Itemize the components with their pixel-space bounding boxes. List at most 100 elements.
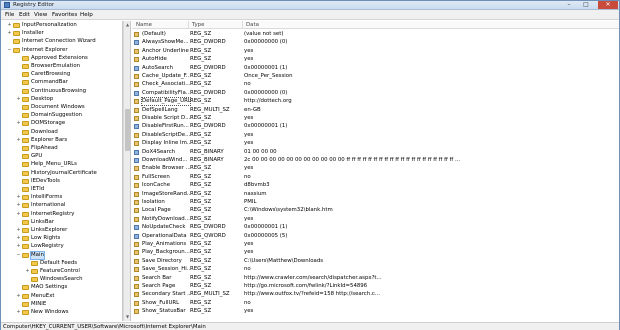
expand-icon[interactable]: + [16, 310, 21, 315]
registry-key-tree[interactable]: + InputPersonalization + Installer Internet … [1, 21, 123, 321]
value-row[interactable]: Cache_Update_F... REG_SZ Once_Per_Session [132, 73, 619, 80]
expand-icon[interactable]: + [16, 121, 21, 126]
menu-view[interactable]: View [34, 12, 47, 18]
string-value-icon [134, 141, 139, 147]
tree-node-label: Installer [22, 30, 44, 37]
value-row[interactable]: FullScreen REG_SZ no [132, 174, 619, 181]
value-row[interactable]: Secondary Start ... REG_MULTI_SZ http://ww… [132, 291, 619, 298]
expand-icon[interactable] [25, 261, 30, 266]
value-row[interactable]: Isolation REG_SZ PMIL [132, 199, 619, 206]
value-name: DisableScriptDe... [142, 131, 190, 138]
column-name-header[interactable]: Name [136, 22, 152, 28]
expand-icon[interactable] [16, 105, 21, 110]
expand-icon[interactable]: + [16, 195, 21, 200]
value-row[interactable]: DisableFirstRun... REG_DWORD 0x00000001 (1… [132, 123, 619, 130]
value-row[interactable]: Save Directory REG_SZ C:\Users\Matthew\Dow… [132, 258, 619, 265]
expand-icon[interactable]: + [16, 211, 21, 217]
value-row[interactable]: AutoHide REG_SZ yes [132, 56, 619, 63]
expand-icon[interactable] [16, 154, 21, 159]
value-row[interactable]: DoX4Search REG_BINARY 01 00 00 00 [132, 149, 619, 156]
menu-edit[interactable]: Edit [19, 12, 30, 18]
value-row[interactable]: Enable Browser ... REG_SZ yes [132, 165, 619, 172]
menu-favorites[interactable]: Favorites [52, 12, 77, 18]
value-row[interactable]: AutoSearch REG_DWORD 0x00000001 (1) [132, 65, 619, 72]
expand-icon[interactable]: + [16, 96, 21, 102]
column-data-header[interactable]: Data [246, 22, 259, 28]
value-row[interactable]: Anchor Underline REG_SZ yes [132, 48, 619, 55]
value-row[interactable]: NoUpdateCheck REG_DWORD 0x00000001 (1) [132, 224, 619, 231]
maximize-button[interactable]: □ [578, 1, 594, 9]
folder-icon [22, 129, 29, 135]
value-data: 0x00000000 (0) [244, 89, 288, 96]
expand-icon[interactable] [16, 146, 21, 151]
expand-icon[interactable] [7, 39, 12, 44]
expand-icon[interactable] [16, 285, 21, 290]
value-row[interactable]: DisableScriptDe... REG_SZ yes [132, 132, 619, 139]
expand-icon[interactable]: + [16, 293, 21, 299]
scroll-down-arrow-icon[interactable]: ▼ [124, 313, 131, 320]
tree-node-label: Explorer Bars [31, 136, 68, 143]
expand-icon[interactable] [16, 113, 21, 118]
value-row[interactable]: CompatibilityFla... REG_DWORD 0x00000000 (… [132, 90, 619, 97]
value-row[interactable]: Play_Backgroun... REG_SZ yes [132, 249, 619, 256]
expand-icon[interactable] [16, 130, 21, 135]
expand-icon[interactable]: + [16, 244, 21, 249]
string-value-icon [134, 275, 139, 281]
close-button[interactable]: ✕ [598, 1, 618, 9]
registry-values-list[interactable]: Name Type Data (Default) REG_SZ (value not… [132, 21, 619, 321]
value-row[interactable]: OperationalData REG_QWORD 0x00000005 (5) [132, 233, 619, 240]
expand-icon[interactable] [16, 72, 21, 77]
expand-icon[interactable] [25, 277, 30, 282]
menu-help[interactable]: Help [80, 12, 93, 18]
expand-icon[interactable] [16, 89, 21, 94]
value-row[interactable]: Save_Session_Hi... REG_SZ no [132, 266, 619, 273]
expand-icon[interactable] [16, 179, 21, 184]
expand-icon[interactable] [16, 171, 21, 176]
expand-icon[interactable] [16, 187, 21, 192]
scroll-up-arrow-icon[interactable]: ▲ [124, 21, 131, 28]
value-row[interactable]: NotifyDownload... REG_SZ yes [132, 216, 619, 223]
expand-icon[interactable] [16, 64, 21, 69]
value-row[interactable]: DefSpellLang REG_MULTI_SZ en-GB [132, 107, 619, 114]
value-row[interactable]: Search Bar REG_SZ http://www.crawler.com/s… [132, 275, 619, 282]
expand-icon[interactable]: + [16, 137, 21, 143]
string-value-icon [134, 74, 139, 79]
tree-vertical-scrollbar[interactable]: ▲ ▼ [123, 21, 131, 321]
value-row[interactable]: Default_Page_URL REG_SZ http://dottech.org [132, 97, 619, 107]
value-row[interactable]: Check_Associati... REG_SZ no [132, 81, 619, 88]
value-row[interactable]: Play_Animations REG_SZ yes [132, 241, 619, 248]
value-row[interactable]: Search Page REG_SZ http://go.microsoft.com… [132, 283, 619, 290]
column-type-header[interactable]: Type [192, 22, 204, 28]
expand-icon[interactable] [16, 56, 21, 61]
expand-icon[interactable]: + [7, 23, 12, 28]
value-row[interactable]: Show_StatusBar REG_SZ yes [132, 308, 619, 315]
expand-icon[interactable]: + [7, 31, 12, 36]
values-column-header: Name Type Data [132, 21, 619, 29]
menu-file[interactable]: File [5, 12, 14, 18]
expand-icon[interactable]: + [16, 203, 21, 208]
value-type: REG_SZ [190, 47, 212, 54]
value-row[interactable]: ImageStoreRand... REG_SZ nassium [132, 191, 619, 198]
expand-icon[interactable]: + [16, 228, 21, 233]
value-row[interactable]: DownloadWind... REG_BINARY 2c 00 00 00 00 … [132, 157, 619, 164]
scrollbar-thumb[interactable] [125, 109, 130, 151]
expand-icon[interactable] [16, 162, 21, 167]
value-row[interactable]: Display Inline Im... REG_SZ yes [132, 140, 619, 147]
tree-node-label: Internet Explorer [22, 46, 68, 53]
expand-icon[interactable]: + [25, 269, 30, 274]
value-row[interactable]: Show_FullURL REG_SZ no [132, 300, 619, 307]
expand-icon[interactable] [16, 80, 21, 85]
expand-icon[interactable] [16, 220, 21, 225]
minimize-button[interactable]: – [561, 1, 577, 9]
expand-icon[interactable]: + [16, 236, 21, 241]
expand-icon[interactable] [16, 302, 21, 307]
collapse-icon[interactable]: − [16, 252, 21, 258]
value-row[interactable]: Local Page REG_SZ C:\Windows\system32\blan… [132, 207, 619, 214]
value-type: REG_SZ [190, 207, 212, 214]
collapse-icon[interactable]: − [7, 47, 12, 53]
value-row[interactable]: (Default) REG_SZ (value not set) [132, 31, 619, 38]
value-type: REG_SZ [190, 283, 212, 289]
value-row[interactable]: Disable Script D... REG_SZ yes [132, 115, 619, 122]
value-row[interactable]: AlwaysShowMe... REG_DWORD 0x00000000 (0) [132, 39, 619, 46]
value-row[interactable]: IconCache REG_SZ d8bvmb3 [132, 182, 619, 189]
